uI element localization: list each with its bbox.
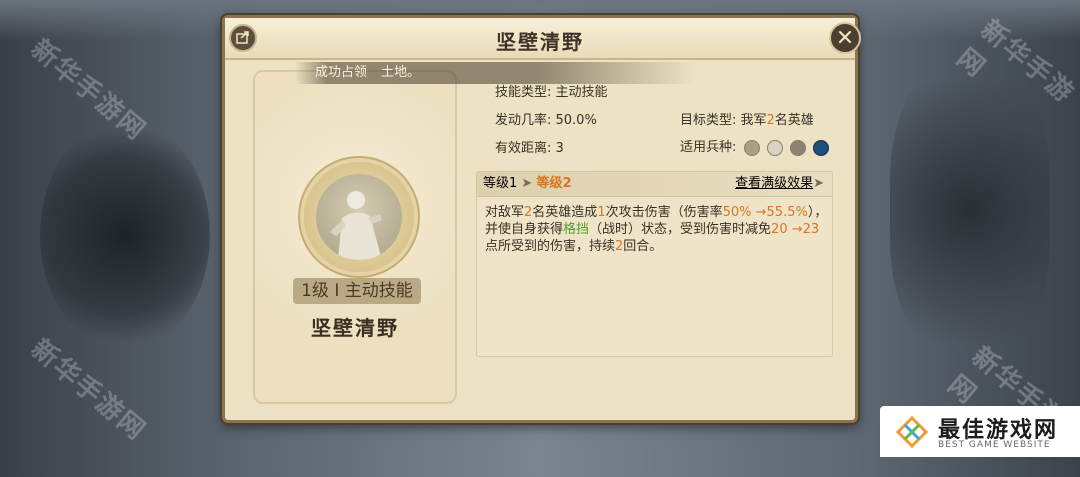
target-count: 2: [766, 113, 775, 128]
level-1-label: 等级1: [483, 176, 518, 191]
skill-type: 技能类型: 主动技能: [495, 85, 608, 100]
level-2-label: 等级2: [536, 176, 572, 191]
bow-troop-icon[interactable]: [766, 139, 783, 156]
panel-title: 坚壁清野: [496, 30, 584, 54]
help-icon[interactable]: [812, 139, 829, 156]
toast-mid: 成功占领: [315, 65, 368, 80]
logo-subtitle: BEST GAME WEBSITE: [938, 440, 1051, 450]
trigger-rate: 发动几率: 50.0%: [495, 113, 597, 128]
cavalry-troop-icon[interactable]: [789, 139, 806, 156]
troop-types: 适用兵种:: [680, 136, 829, 156]
target-type: 目标类型: 我军2名英雄: [680, 109, 814, 128]
skill-detail-panel: 坚壁清野 1级 I 主动技能 坚壁清野 成功占领 土地。 技能类型: 主动技能 …: [222, 15, 861, 423]
level-arrow-icon: ➤: [521, 176, 533, 191]
skill-description-box: 等级1 ➤ 等级2 查看满级效果➤ 对敌军2名英雄造成1次攻击伤害（伤害率50%…: [476, 171, 833, 357]
level-bar: 等级1 ➤ 等级2 查看满级效果➤: [477, 172, 832, 197]
troop-label: 适用兵种:: [680, 140, 737, 155]
effective-range: 有效距离: 3: [495, 141, 564, 156]
chevron-right-icon: ➤: [813, 176, 824, 191]
close-icon: [838, 29, 852, 48]
skill-portrait: [316, 174, 402, 260]
toast-suffix: 土地。: [381, 65, 421, 80]
close-button[interactable]: [829, 22, 861, 54]
site-logo: 最佳游戏网 BEST GAME WEBSITE: [880, 406, 1080, 457]
skill-description: 对敌军2名英雄造成1次攻击伤害（伤害率50% →55.5%），并使自身获得格挡（…: [485, 205, 828, 254]
view-max-level-link[interactable]: 查看满级效果➤: [735, 172, 824, 196]
sword-troop-icon[interactable]: [743, 139, 760, 156]
view-max-label: 查看满级效果: [735, 176, 814, 191]
logo-icon: [894, 414, 930, 454]
target-label: 目标类型: 我军: [680, 113, 767, 128]
skill-name: 坚壁清野: [311, 316, 399, 340]
skill-level-tag: 1级 I 主动技能: [293, 278, 421, 304]
target-suffix: 名英雄: [774, 113, 814, 128]
skill-portrait-medallion: [304, 162, 414, 272]
status-keyword[interactable]: 格挡: [563, 222, 589, 237]
panel-header: 坚壁清野: [225, 18, 861, 60]
skill-card: 1级 I 主动技能 坚壁清野: [253, 70, 457, 404]
